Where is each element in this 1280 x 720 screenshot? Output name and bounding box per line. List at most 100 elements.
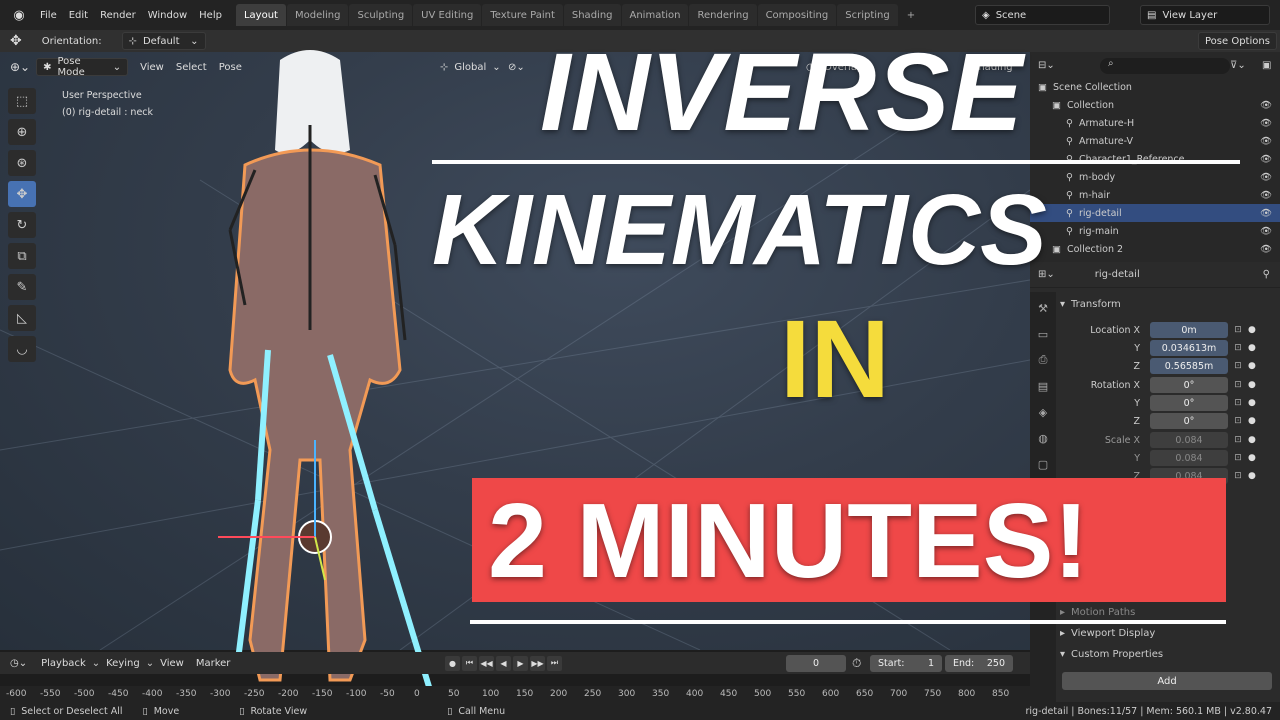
view-layer-tab-icon[interactable]: ▤ [1033, 376, 1053, 396]
outliner-row[interactable]: ▣ Collection 2 👁 [1030, 240, 1280, 258]
add-workspace-button[interactable]: + [899, 4, 923, 26]
motion-paths-section[interactable]: ▸ Motion Paths [1060, 602, 1135, 622]
prev-keyframe-icon[interactable]: ◀◀ [479, 655, 494, 671]
menu-help[interactable]: Help [199, 10, 222, 21]
outliner-editor-icon[interactable]: ⊟⌄ [1038, 60, 1055, 71]
keyframe-dot-icon[interactable]: ● [1248, 416, 1256, 426]
cursor-icon[interactable]: ⊕ [8, 119, 36, 145]
scale-x-field[interactable]: 0.084 [1150, 432, 1228, 448]
viewport-display-section[interactable]: ▸ Viewport Display [1060, 623, 1155, 643]
blender-logo-icon[interactable]: ◉ [8, 4, 30, 26]
menu-marker[interactable]: Marker [196, 658, 231, 669]
pose-options-dropdown[interactable]: Pose Options [1198, 32, 1277, 50]
tab-scripting[interactable]: Scripting [837, 4, 898, 26]
timeline-ruler[interactable]: -600 -550 -500 -450 -400 -350 -300 -250 -200 -150… [0, 686, 1030, 702]
lock-icon[interactable]: ⊡ [1228, 380, 1248, 390]
select-box-icon[interactable]: ⬚ [8, 88, 36, 114]
move-selected-icon[interactable]: ✥ [8, 181, 36, 207]
lock-icon[interactable]: ⊡ [1228, 398, 1248, 408]
lock-icon[interactable]: ⊡ [1228, 343, 1248, 353]
tab-uv-editing[interactable]: UV Editing [413, 4, 482, 26]
outliner-row[interactable]: ▣ Scene Collection [1030, 78, 1280, 96]
tab-sculpting[interactable]: Sculpting [349, 4, 413, 26]
menu-render[interactable]: Render [100, 10, 136, 21]
menu-file[interactable]: File [40, 10, 57, 21]
custom-properties-section[interactable]: ▾ Custom Properties [1060, 644, 1163, 664]
tab-compositing[interactable]: Compositing [757, 4, 837, 26]
scene-selector[interactable]: ◈ Scene [975, 5, 1110, 25]
menu-playback[interactable]: Playback [41, 658, 86, 669]
keyframe-dot-icon[interactable]: ● [1248, 453, 1256, 463]
filter-icon[interactable]: ⊽⌄ [1230, 60, 1246, 71]
object-tab-icon[interactable]: ▢ [1033, 454, 1053, 474]
tab-layout[interactable]: Layout [235, 4, 286, 26]
character-model[interactable] [200, 40, 460, 720]
keyframe-dot-icon[interactable]: ● [1248, 361, 1256, 371]
output-tab-icon[interactable]: ⎙ [1033, 350, 1053, 370]
outliner-search-input[interactable]: ⌕ [1100, 58, 1230, 74]
visibility-icon[interactable]: 👁 [1260, 190, 1272, 201]
jump-start-icon[interactable]: ⏮ [462, 655, 477, 671]
rotation-y-field[interactable]: 0° [1150, 395, 1228, 411]
render-tab-icon[interactable]: ▭ [1033, 324, 1053, 344]
record-icon[interactable]: ● [445, 655, 460, 671]
rotation-z-field[interactable]: 0° [1150, 413, 1228, 429]
lock-icon[interactable]: ⊡ [1228, 361, 1248, 371]
measure-icon[interactable]: ◺ [8, 305, 36, 331]
annotate-icon[interactable]: ✎ [8, 274, 36, 300]
pivot-icon[interactable]: ⊘⌄ [508, 62, 525, 73]
outliner-row[interactable]: ⚲ Character1_Reference 👁 [1030, 150, 1280, 168]
transform-gizmo-icon[interactable]: ✥ [10, 33, 22, 49]
lock-icon[interactable]: ⊡ [1228, 453, 1248, 463]
keyframe-dot-icon[interactable]: ● [1248, 343, 1256, 353]
tab-texture-paint[interactable]: Texture Paint [482, 4, 563, 26]
add-property-button[interactable]: Add [1062, 672, 1272, 690]
jump-end-icon[interactable]: ⏭ [547, 655, 562, 671]
scale-icon[interactable]: ⧉ [8, 243, 36, 269]
lock-icon[interactable]: ⊡ [1228, 325, 1248, 335]
lock-icon[interactable]: ⊡ [1228, 471, 1248, 481]
visibility-icon[interactable]: 👁 [1260, 208, 1272, 219]
play-reverse-icon[interactable]: ◀ [496, 655, 511, 671]
outliner-row[interactable]: ⚲ rig-detail 👁 [1030, 204, 1280, 222]
new-collection-icon[interactable]: ▣ [1262, 60, 1271, 71]
visibility-icon[interactable]: 👁 [1260, 172, 1272, 183]
lock-icon[interactable]: ⊡ [1228, 416, 1248, 426]
tool-tab-icon[interactable]: ⚒ [1033, 298, 1053, 318]
menu-window[interactable]: Window [148, 10, 187, 21]
next-keyframe-icon[interactable]: ▶▶ [530, 655, 545, 671]
menu-edit[interactable]: Edit [69, 10, 88, 21]
tab-rendering[interactable]: Rendering [689, 4, 757, 26]
location-x-field[interactable]: 0m [1150, 322, 1228, 338]
transform-section-header[interactable]: ▾ Transform [1060, 294, 1121, 314]
view-layer-selector[interactable]: ▤ View Layer [1140, 5, 1270, 25]
outliner-row[interactable]: ⚲ m-body 👁 [1030, 168, 1280, 186]
menu-view[interactable]: View [140, 62, 164, 73]
editor-type-icon[interactable]: ⊕⌄ [10, 60, 30, 74]
location-z-field[interactable]: 0.56585m [1150, 358, 1228, 374]
stopwatch-icon[interactable]: ⏱ [852, 656, 861, 671]
outliner-row[interactable]: ⚲ rig-main 👁 [1030, 222, 1280, 240]
visibility-icon[interactable]: 👁 [1260, 154, 1272, 165]
visibility-icon[interactable]: 👁 [1260, 136, 1272, 147]
visibility-icon[interactable]: 👁 [1260, 244, 1272, 255]
play-icon[interactable]: ▶ [513, 655, 528, 671]
bone-roll-icon[interactable]: ◡ [8, 336, 36, 362]
keyframe-dot-icon[interactable]: ● [1248, 435, 1256, 445]
keyframe-dot-icon[interactable]: ● [1248, 398, 1256, 408]
outliner-row[interactable]: ⚲ m-hair 👁 [1030, 186, 1280, 204]
tab-modeling[interactable]: Modeling [286, 4, 349, 26]
keyframe-dot-icon[interactable]: ● [1248, 380, 1256, 390]
mode-dropdown[interactable]: ✱ Pose Mode ⌄ [36, 56, 129, 78]
end-frame-field[interactable]: End: 250 [945, 654, 1013, 672]
move-icon[interactable]: ⊛ [8, 150, 36, 176]
start-frame-field[interactable]: Start: 1 [870, 654, 942, 672]
scene-tab-icon[interactable]: ◈ [1033, 402, 1053, 422]
location-y-field[interactable]: 0.034613m [1150, 340, 1228, 356]
rotation-x-field[interactable]: 0° [1150, 377, 1228, 393]
current-frame-field[interactable]: 0 [786, 654, 846, 672]
visibility-icon[interactable]: 👁 [1260, 100, 1272, 111]
tab-shading[interactable]: Shading [563, 4, 621, 26]
rotate-icon[interactable]: ↻ [8, 212, 36, 238]
outliner-row[interactable]: ▣ Collection 👁 [1030, 96, 1280, 114]
